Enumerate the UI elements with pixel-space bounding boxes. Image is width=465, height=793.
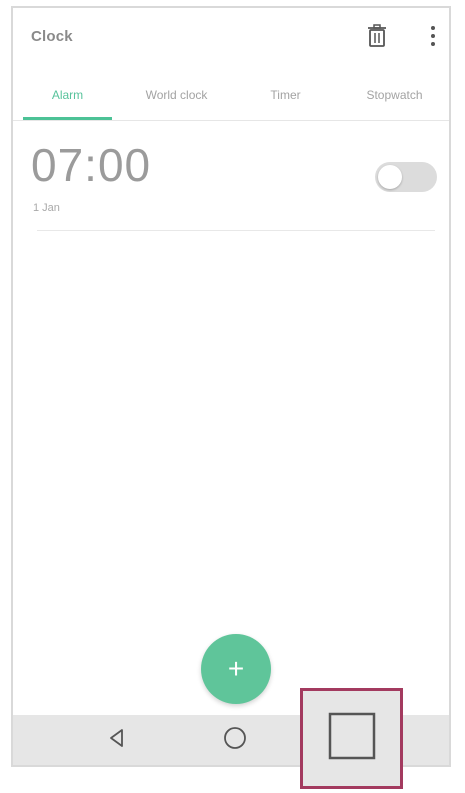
add-alarm-button[interactable]: + — [201, 634, 271, 704]
toggle-knob — [378, 165, 402, 189]
tab-world-clock[interactable]: World clock — [122, 70, 231, 120]
back-button[interactable] — [87, 715, 147, 765]
more-vert-icon — [430, 25, 436, 52]
trash-icon — [367, 23, 387, 53]
alarm-date: 1 Jan — [33, 202, 60, 214]
back-triangle-icon — [106, 727, 128, 754]
alarm-toggle[interactable] — [375, 162, 437, 192]
alarm-item[interactable]: 07:00 1 Jan — [13, 122, 449, 232]
alarm-time: 07:00 — [31, 139, 152, 191]
tab-bar: Alarm World clock Timer Stopwatch — [13, 70, 449, 121]
phone-screen: Clock Alarm World clock Timer Stopwatch … — [11, 6, 451, 767]
tab-timer[interactable]: Timer — [231, 70, 340, 120]
recent-apps-square-icon — [327, 711, 377, 766]
more-options-button[interactable] — [417, 22, 449, 54]
app-bar: Clock — [13, 8, 449, 70]
home-button[interactable] — [205, 715, 265, 765]
tab-stopwatch[interactable]: Stopwatch — [340, 70, 449, 120]
add-icon: + — [227, 653, 245, 684]
home-circle-icon — [222, 725, 248, 756]
tab-alarm[interactable]: Alarm — [13, 70, 122, 120]
delete-button[interactable] — [361, 22, 393, 54]
app-title: Clock — [31, 28, 73, 45]
divider — [37, 230, 435, 231]
recent-apps-button[interactable] — [300, 688, 403, 789]
